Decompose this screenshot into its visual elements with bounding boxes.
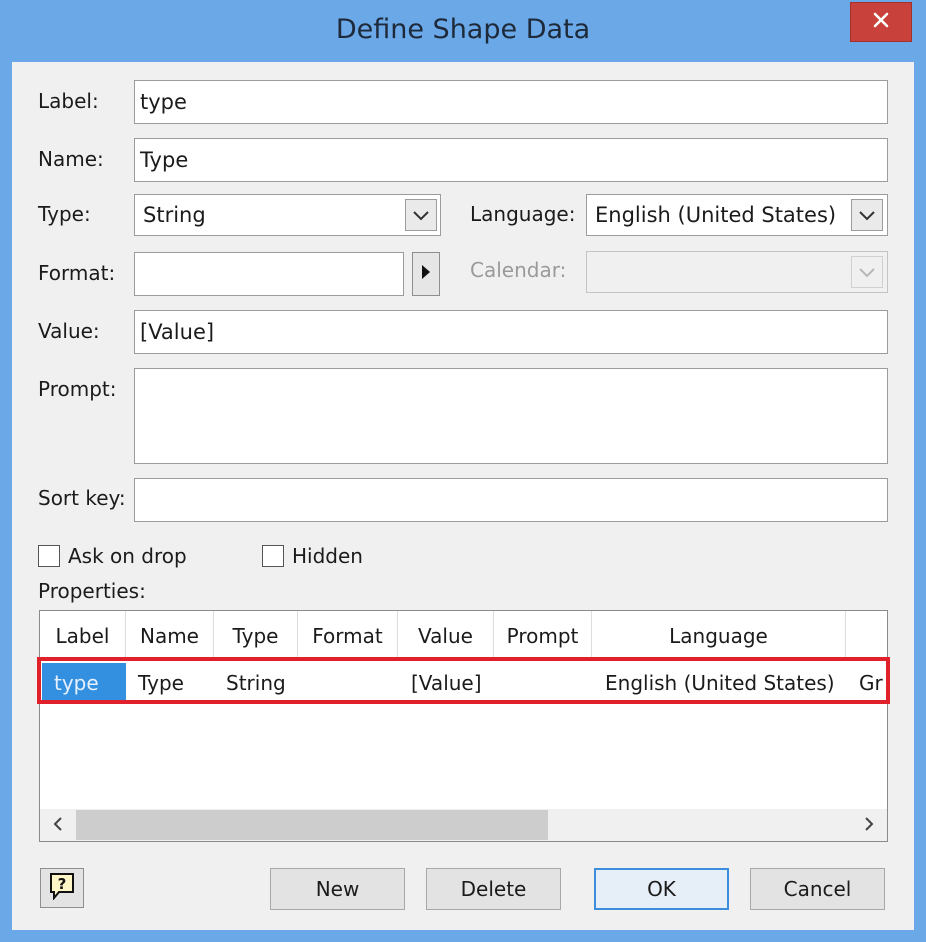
chevron-down-icon <box>859 206 875 225</box>
column-header-language[interactable]: Language <box>592 611 846 661</box>
delete-button[interactable]: Delete <box>426 868 561 910</box>
row-cell-prompt[interactable] <box>502 663 592 703</box>
column-header-overflow[interactable] <box>846 611 887 661</box>
help-button[interactable]: ? <box>40 868 84 908</box>
column-header-label[interactable]: Label <box>40 611 126 661</box>
define-shape-data-dialog: Define Shape Data Label: type Name: Type… <box>0 0 926 942</box>
grid-header: Label Name Type Format Value Prompt Lang… <box>40 611 887 661</box>
value-field-label: Value: <box>38 319 100 343</box>
table-row[interactable]: type Type String [Value] English (United… <box>40 663 887 703</box>
hidden-option[interactable]: Hidden <box>262 544 363 568</box>
format-picker-button[interactable] <box>412 252 440 296</box>
row-cell-label[interactable]: type <box>42 663 126 703</box>
close-button[interactable] <box>850 2 912 42</box>
dialog-body: Label: type Name: Type Type: String Lang… <box>12 62 914 930</box>
calendar-select[interactable] <box>586 251 888 293</box>
row-cell-language[interactable]: English (United States) <box>605 663 845 703</box>
type-select[interactable]: String <box>134 194 441 236</box>
language-field-label: Language: <box>470 202 576 226</box>
prompt-textarea[interactable] <box>134 368 888 464</box>
triangle-right-icon <box>421 264 431 284</box>
horizontal-scrollbar[interactable] <box>40 809 887 841</box>
scroll-thumb[interactable] <box>76 810 548 840</box>
help-icon: ? <box>49 872 75 904</box>
type-field-label: Type: <box>38 202 91 226</box>
language-select[interactable]: English (United States) <box>586 194 888 236</box>
calendar-dropdown-button[interactable] <box>851 256 883 288</box>
svg-text:?: ? <box>58 875 67 893</box>
hidden-label: Hidden <box>292 544 363 568</box>
row-cell-type[interactable]: String <box>226 663 306 703</box>
hidden-checkbox[interactable] <box>262 545 284 567</box>
chevron-down-icon <box>413 206 429 225</box>
dialog-title: Define Shape Data <box>335 14 591 45</box>
format-input[interactable] <box>134 252 404 296</box>
sort-key-field-label: Sort key: <box>38 486 126 510</box>
language-dropdown-button[interactable] <box>851 199 883 231</box>
ask-on-drop-checkbox[interactable] <box>38 545 60 567</box>
value-input[interactable]: [Value] <box>134 310 888 354</box>
cancel-button[interactable]: Cancel <box>750 868 885 910</box>
name-field-label: Name: <box>38 147 104 171</box>
row-cell-format[interactable] <box>308 663 398 703</box>
chevron-down-icon <box>859 263 875 282</box>
scroll-left-button[interactable] <box>40 809 76 841</box>
prompt-field-label: Prompt: <box>38 377 117 401</box>
language-select-value: English (United States) <box>595 203 837 227</box>
chevron-right-icon <box>864 816 874 835</box>
name-input[interactable]: Type <box>134 138 888 182</box>
close-icon <box>872 11 890 33</box>
row-cell-overflow[interactable]: Gr <box>859 663 887 703</box>
ok-button[interactable]: OK <box>594 868 729 910</box>
title-bar: Define Shape Data <box>0 0 926 62</box>
column-header-prompt[interactable]: Prompt <box>494 611 592 661</box>
new-button[interactable]: New <box>270 868 405 910</box>
properties-label: Properties: <box>38 579 146 603</box>
sort-key-input[interactable] <box>134 478 888 522</box>
label-input[interactable]: type <box>134 80 888 124</box>
format-field-label: Format: <box>38 261 116 285</box>
chevron-left-icon <box>53 816 63 835</box>
scroll-right-button[interactable] <box>851 809 887 841</box>
column-header-value[interactable]: Value <box>398 611 494 661</box>
row-cell-value[interactable]: [Value] <box>411 663 501 703</box>
ask-on-drop-option[interactable]: Ask on drop <box>38 544 187 568</box>
type-dropdown-button[interactable] <box>405 199 437 231</box>
row-cell-name[interactable]: Type <box>138 663 218 703</box>
type-select-value: String <box>143 203 206 227</box>
label-field-label: Label: <box>38 89 99 113</box>
column-header-format[interactable]: Format <box>298 611 398 661</box>
column-header-name[interactable]: Name <box>126 611 214 661</box>
calendar-field-label: Calendar: <box>470 258 567 282</box>
properties-grid[interactable]: Label Name Type Format Value Prompt Lang… <box>39 610 888 842</box>
column-header-type[interactable]: Type <box>214 611 298 661</box>
ask-on-drop-label: Ask on drop <box>68 544 187 568</box>
